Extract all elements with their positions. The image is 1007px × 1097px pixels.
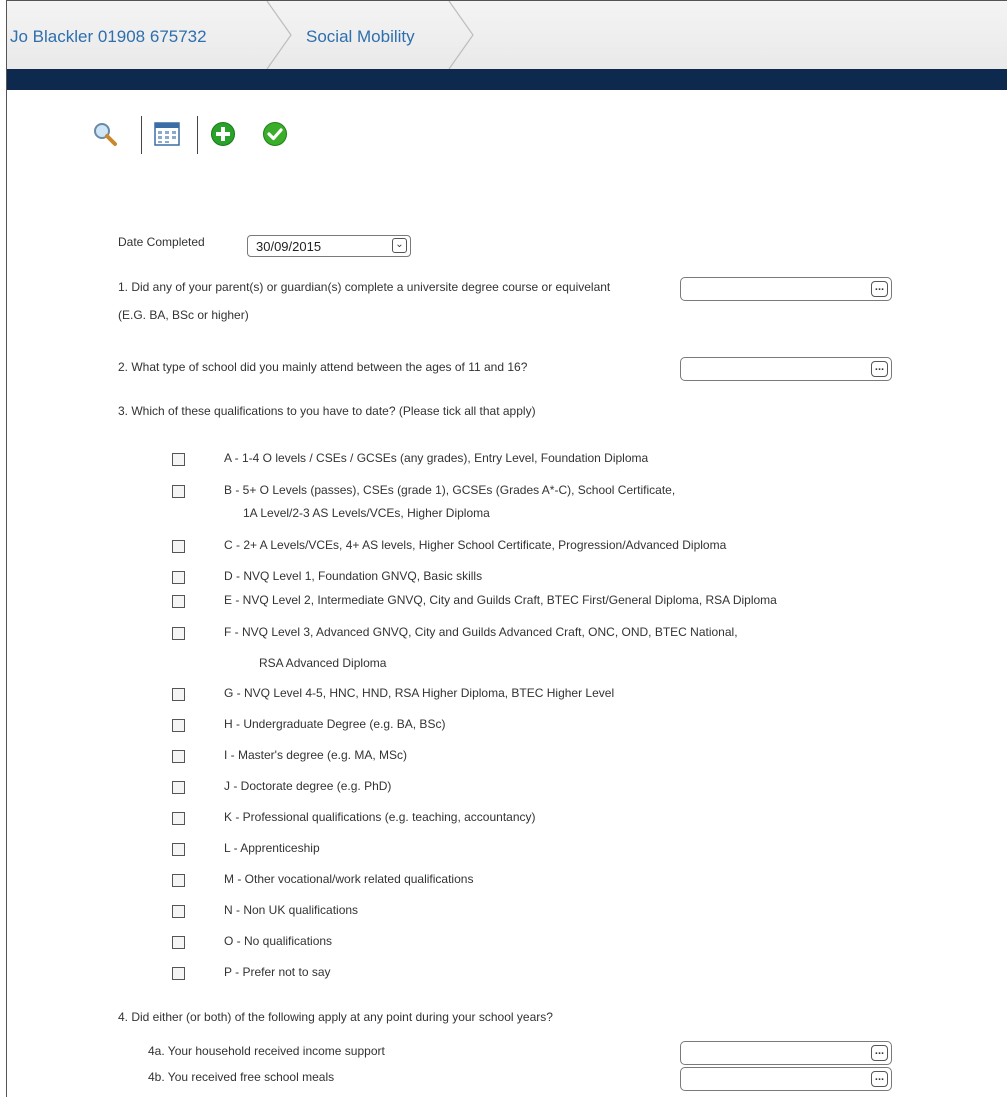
option-f-label: F - NVQ Level 3, Advanced GNVQ, City and… <box>224 625 738 639</box>
option-k-label: K - Professional qualifications (e.g. te… <box>224 810 536 824</box>
confirm-icon <box>263 122 287 146</box>
breadcrumb-item-social-mobility[interactable]: Social Mobility <box>306 1 415 69</box>
add-icon <box>211 122 235 146</box>
checkbox-option-k[interactable] <box>172 812 185 825</box>
breadcrumb-chevron-icon <box>448 1 474 69</box>
checkbox-option-b[interactable] <box>172 485 185 498</box>
checkbox-option-m[interactable] <box>172 874 185 887</box>
nav-band <box>7 69 1007 90</box>
breadcrumb: Jo Blackler 01908 675732 Social Mobility <box>7 1 1007 70</box>
option-h-label: H - Undergraduate Degree (e.g. BA, BSc) <box>224 717 446 731</box>
option-j-label: J - Doctorate degree (e.g. PhD) <box>224 779 392 793</box>
option-l-label: L - Apprenticeship <box>224 841 320 855</box>
search-icon <box>94 123 117 146</box>
checkbox-option-a[interactable] <box>172 453 185 466</box>
date-completed-value: 30/09/2015 <box>256 239 322 254</box>
question-1-note: (E.G. BA, BSc or higher) <box>118 308 249 322</box>
toolbar-divider <box>141 116 142 154</box>
search-button[interactable] <box>89 116 121 152</box>
confirm-button[interactable] <box>259 116 291 152</box>
question-1-lookup[interactable]: ... <box>680 277 892 301</box>
option-m-label: M - Other vocational/work related qualif… <box>224 872 474 886</box>
option-f-label-line2: RSA Advanced Diploma <box>259 656 387 670</box>
question-2-label: 2. What type of school did you mainly at… <box>118 360 528 374</box>
checkbox-option-p[interactable] <box>172 967 185 980</box>
checkbox-option-n[interactable] <box>172 905 185 918</box>
question-4a-label: 4a. Your household received income suppo… <box>148 1044 385 1058</box>
lookup-button[interactable]: ... <box>871 281 888 297</box>
checkbox-option-c[interactable] <box>172 540 185 553</box>
option-i-label: I - Master's degree (e.g. MA, MSc) <box>224 748 408 762</box>
checkbox-option-h[interactable] <box>172 719 185 732</box>
question-1-label: 1. Did any of your parent(s) or guardian… <box>118 280 611 294</box>
question-2-lookup[interactable]: ... <box>680 357 892 381</box>
lookup-button[interactable]: ... <box>871 1045 888 1061</box>
option-p-label: P - Prefer not to say <box>224 965 331 979</box>
toolbar-divider <box>197 116 198 154</box>
checkbox-option-l[interactable] <box>172 843 185 856</box>
lookup-button[interactable]: ... <box>871 361 888 377</box>
option-e-label: E - NVQ Level 2, Intermediate GNVQ, City… <box>224 593 777 607</box>
question-4b-lookup[interactable]: ... <box>680 1067 892 1091</box>
date-completed-label: Date Completed <box>118 235 205 249</box>
option-g-label: G - NVQ Level 4-5, HNC, HND, RSA Higher … <box>224 686 615 700</box>
calendar-button[interactable] <box>151 116 183 152</box>
option-b-label-line2: 1A Level/2-3 AS Levels/VCEs, Higher Dipl… <box>243 506 490 520</box>
checkbox-option-i[interactable] <box>172 750 185 763</box>
chevron-down-icon[interactable]: ⌄ <box>392 238 407 253</box>
option-n-label: N - Non UK qualifications <box>224 903 359 917</box>
checkbox-option-j[interactable] <box>172 781 185 794</box>
lookup-button[interactable]: ... <box>871 1071 888 1087</box>
calendar-icon <box>154 122 180 146</box>
option-c-label: C - 2+ A Levels/VCEs, 4+ AS levels, High… <box>224 538 727 552</box>
window-frame: Jo Blackler 01908 675732 Social Mobility <box>6 0 1007 1097</box>
question-3-label: 3. Which of these qualifications to you … <box>118 404 536 418</box>
checkbox-option-o[interactable] <box>172 936 185 949</box>
checkbox-option-e[interactable] <box>172 595 185 608</box>
breadcrumb-item-contact[interactable]: Jo Blackler 01908 675732 <box>10 1 207 69</box>
date-completed-select[interactable]: 30/09/2015 ⌄ <box>247 235 411 257</box>
question-4a-lookup[interactable]: ... <box>680 1041 892 1065</box>
option-a-label: A - 1-4 O levels / CSEs / GCSEs (any gra… <box>224 451 649 465</box>
option-b-label: B - 5+ O Levels (passes), CSEs (grade 1)… <box>224 483 676 497</box>
breadcrumb-chevron-icon <box>266 1 292 69</box>
option-d-label: D - NVQ Level 1, Foundation GNVQ, Basic … <box>224 569 483 583</box>
checkbox-option-d[interactable] <box>172 571 185 584</box>
question-4b-label: 4b. You received free school meals <box>148 1070 335 1084</box>
question-4-label: 4. Did either (or both) of the following… <box>118 1010 553 1024</box>
checkbox-option-f[interactable] <box>172 627 185 640</box>
option-o-label: O - No qualifications <box>224 934 333 948</box>
add-button[interactable] <box>207 116 239 152</box>
checkbox-option-g[interactable] <box>172 688 185 701</box>
